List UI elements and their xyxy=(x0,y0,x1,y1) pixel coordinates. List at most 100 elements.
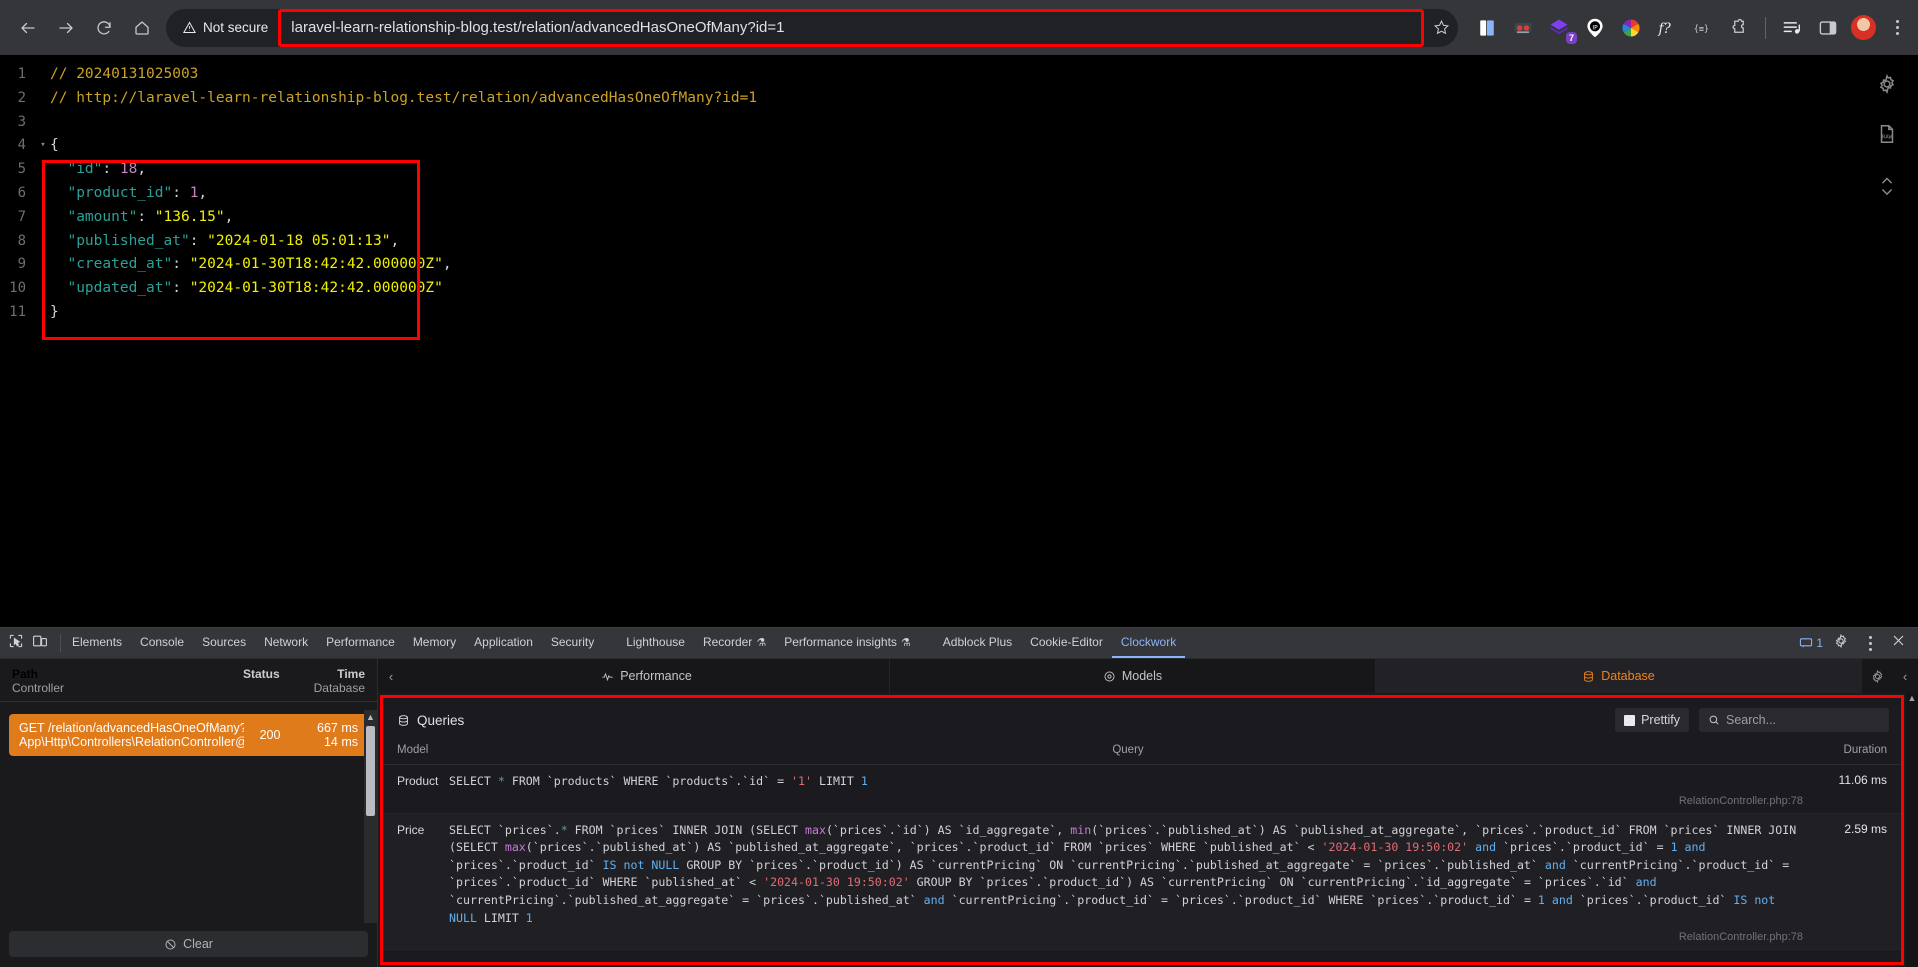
scrollbar-thumb[interactable] xyxy=(366,726,375,816)
experiment-flask-icon: ⚗ xyxy=(756,636,766,649)
queries-search[interactable]: Search... xyxy=(1699,708,1889,732)
tab-lighthouse[interactable]: Lighthouse xyxy=(617,628,694,658)
purple-layers-extension-icon[interactable]: 7 xyxy=(1546,15,1572,41)
url-input[interactable]: laravel-learn-relationship-blog.test/rel… xyxy=(291,19,784,36)
clockwork-tabs-prev-icon[interactable]: ‹ xyxy=(378,659,404,693)
database-icon xyxy=(397,714,410,727)
bookmark-star-icon[interactable] xyxy=(1424,11,1458,45)
avatar[interactable] xyxy=(1851,15,1876,40)
code-line: 10 "updated_at": "2024-01-30T18:42:42.00… xyxy=(0,277,1918,301)
device-toolbar-icon[interactable] xyxy=(32,633,48,654)
query-model: Product xyxy=(397,773,449,807)
request-time: 667 ms xyxy=(296,721,358,735)
warning-triangle-icon xyxy=(182,20,197,35)
clear-button[interactable]: Clear xyxy=(9,931,368,957)
scroll-up-arrow-icon[interactable]: ▲ xyxy=(364,710,377,724)
collapse-expand-icon[interactable] xyxy=(1872,169,1902,199)
puzzle-extensions-icon[interactable] xyxy=(1726,15,1752,41)
extension-badge-count: 7 xyxy=(1566,32,1577,44)
search-icon xyxy=(1708,714,1720,726)
table-row[interactable]: PriceSELECT `prices`.* FROM `prices` INN… xyxy=(383,814,1901,951)
tab-security[interactable]: Security xyxy=(542,628,603,658)
forward-button[interactable] xyxy=(48,10,84,46)
devtools-more-icon[interactable] xyxy=(1859,636,1881,651)
code-text: // 20240131025003 xyxy=(50,63,198,87)
scroll-up-arrow-icon[interactable]: ▲ xyxy=(1906,693,1918,703)
request-path: GET /relation/advancedHasOneOfMany?i xyxy=(19,721,244,735)
line-number: 6 xyxy=(0,182,36,206)
tab-label: Elements xyxy=(72,635,122,649)
target-icon xyxy=(1103,670,1116,683)
prettify-toggle[interactable]: Prettify xyxy=(1615,708,1689,732)
devtools-close-icon[interactable] xyxy=(1891,633,1906,653)
home-button[interactable] xyxy=(124,10,160,46)
table-row[interactable]: ProductSELECT * FROM `products` WHERE `p… xyxy=(383,765,1901,814)
tab-cookie-editor[interactable]: Cookie-Editor xyxy=(1021,628,1112,658)
code-text: "updated_at": "2024-01-30T18:42:42.00000… xyxy=(50,277,443,301)
reading-list-icon[interactable] xyxy=(1474,15,1500,41)
omnibox[interactable]: Not secure laravel-learn-relationship-bl… xyxy=(166,9,1458,47)
code-line: 11} xyxy=(0,301,1918,325)
color-wheel-extension-icon[interactable] xyxy=(1618,15,1644,41)
prettify-checkbox[interactable] xyxy=(1624,715,1635,726)
tab-adblock-plus[interactable]: Adblock Plus xyxy=(934,628,1021,658)
code-text: "created_at": "2024-01-30T18:42:42.00000… xyxy=(50,253,452,277)
side-panel-icon[interactable] xyxy=(1815,15,1841,41)
tab-console[interactable]: Console xyxy=(131,628,193,658)
fold-toggle-icon[interactable]: ▾ xyxy=(36,134,50,158)
svg-text:IP: IP xyxy=(1592,25,1598,31)
url-highlight-box[interactable]: laravel-learn-relationship-blog.test/rel… xyxy=(278,9,1424,47)
code-line: 4▾{ xyxy=(0,134,1918,158)
tab-performance[interactable]: Performance xyxy=(317,628,404,658)
code-line: 5 "id": 18, xyxy=(0,158,1918,182)
clockwork-requests-pane: Path Controller Status Time Database GET… xyxy=(0,659,378,967)
code-text: "product_id": 1, xyxy=(50,182,207,206)
tab-models[interactable]: Models xyxy=(890,659,1376,693)
tab-performance-insights[interactable]: Performance insights⚗ xyxy=(775,628,920,658)
browser-toolbar: Not secure laravel-learn-relationship-bl… xyxy=(0,0,1918,55)
clockwork-scrollbar[interactable]: ▲ xyxy=(1906,693,1918,967)
tab-clockwork[interactable]: Clockwork xyxy=(1112,628,1185,658)
kebab-menu-icon[interactable] xyxy=(1886,20,1908,35)
security-indicator[interactable]: Not secure xyxy=(166,20,278,35)
devtools-settings-icon[interactable] xyxy=(1833,633,1849,654)
query-source-file[interactable]: RelationController.php:78 xyxy=(449,791,1807,807)
devtools-message-count[interactable]: 1 xyxy=(1799,636,1823,650)
tab-label: Performance insights xyxy=(784,635,897,649)
search-input[interactable]: Search... xyxy=(1726,713,1776,727)
tab-recorder[interactable]: Recorder ⚗ xyxy=(694,628,775,658)
ip-pin-extension-icon[interactable]: IP xyxy=(1582,15,1608,41)
code-text: "id": 18, xyxy=(50,158,146,182)
tab-application[interactable]: Application xyxy=(465,628,542,658)
media-queue-icon[interactable] xyxy=(1779,15,1805,41)
tab-database[interactable]: Database xyxy=(1376,659,1862,693)
queries-header: Queries Prettify Search... xyxy=(383,698,1901,740)
clockwork-settings-icon[interactable] xyxy=(1862,659,1892,693)
security-label: Not secure xyxy=(203,20,268,35)
goggles-extension-icon[interactable] xyxy=(1510,15,1536,41)
tab-sources[interactable]: Sources xyxy=(193,628,255,658)
tab-performance[interactable]: Performance xyxy=(404,659,890,693)
request-database-time: 14 ms xyxy=(296,735,358,749)
requests-scrollbar[interactable]: ▲ xyxy=(364,710,377,923)
list-item[interactable]: GET /relation/advancedHasOneOfMany?i App… xyxy=(9,714,368,756)
clockwork-tabs-next-icon[interactable]: ‹ xyxy=(1892,659,1918,693)
svg-text:RAW: RAW xyxy=(1882,135,1893,141)
inspect-element-icon[interactable] xyxy=(8,633,24,654)
query-source-file[interactable]: RelationController.php:78 xyxy=(449,927,1807,943)
query-cell: SELECT * FROM `products` WHERE `products… xyxy=(449,773,1807,807)
clear-circle-slash-icon xyxy=(164,938,177,951)
tab-memory[interactable]: Memory xyxy=(404,628,465,658)
back-button[interactable] xyxy=(10,10,46,46)
reload-button[interactable] xyxy=(86,10,122,46)
queries-tools: Prettify Search... xyxy=(1615,708,1889,732)
queries-rows: ProductSELECT * FROM `products` WHERE `p… xyxy=(383,765,1901,950)
raw-file-icon[interactable]: RAW xyxy=(1872,119,1902,149)
gear-icon[interactable] xyxy=(1872,69,1902,99)
tab-network[interactable]: Network xyxy=(255,628,317,658)
function-question-extension-icon[interactable]: f? xyxy=(1654,15,1680,41)
tab-label: Lighthouse xyxy=(626,635,685,649)
braces-extension-icon[interactable]: {≡} xyxy=(1690,15,1716,41)
tab-label: Recorder xyxy=(703,635,752,649)
tab-elements[interactable]: Elements xyxy=(63,628,131,658)
